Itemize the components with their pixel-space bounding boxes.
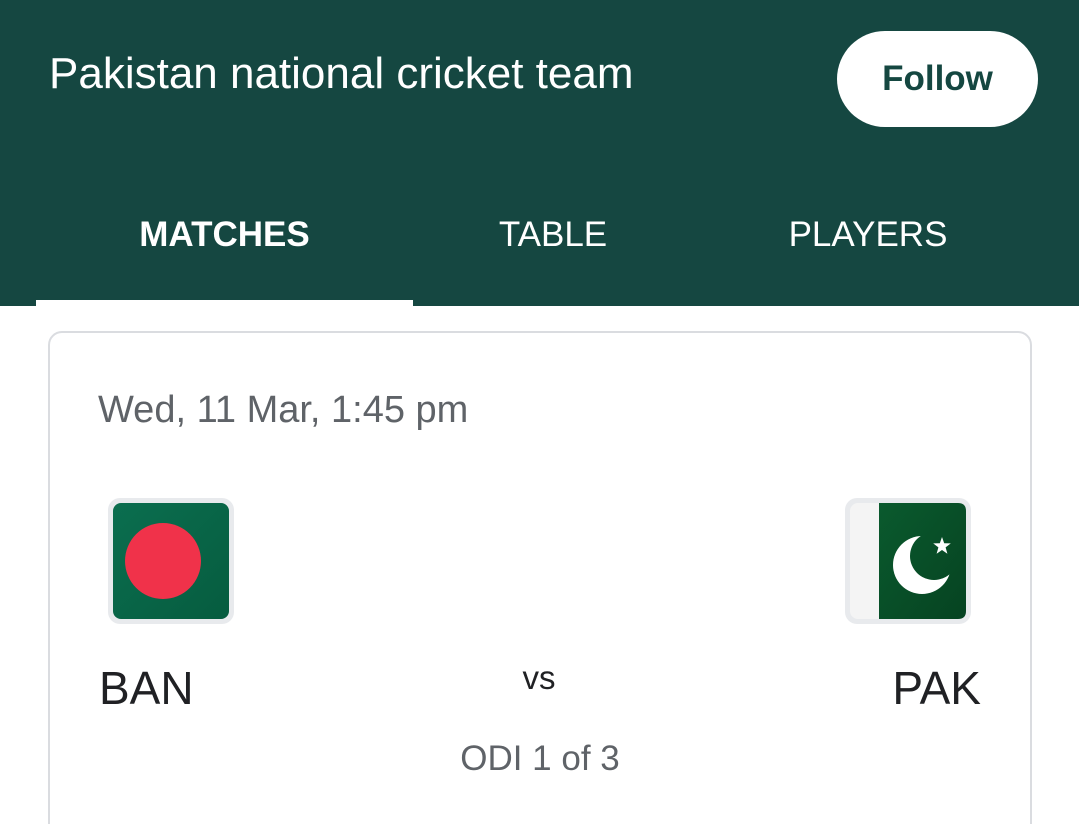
tab-label: PLAYERS: [788, 215, 948, 254]
tab-table[interactable]: TABLE: [413, 190, 693, 306]
page-title: Pakistan national cricket team: [49, 49, 634, 98]
vs-label: vs: [522, 659, 556, 696]
home-team-code: BAN: [99, 662, 194, 714]
tab-players[interactable]: PLAYERS: [693, 190, 1043, 306]
tab-matches[interactable]: MATCHES: [36, 190, 413, 306]
bangladesh-flag-icon: [108, 498, 234, 624]
tab-bar: MATCHES TABLE PLAYERS: [0, 190, 1079, 306]
pakistan-flag-icon: [845, 498, 971, 624]
team-header: Pakistan national cricket team Follow MA…: [0, 0, 1079, 306]
match-page: Pakistan national cricket team Follow MA…: [0, 0, 1079, 824]
tab-label: MATCHES: [139, 215, 310, 254]
tab-label: TABLE: [498, 215, 608, 254]
follow-button[interactable]: Follow: [837, 31, 1038, 127]
active-tab-indicator: [36, 300, 413, 306]
match-datetime: Wed, 11 Mar, 1:45 pm: [98, 389, 469, 431]
away-team-code: PAK: [892, 662, 981, 714]
series-info: ODI 1 of 3: [460, 739, 620, 778]
